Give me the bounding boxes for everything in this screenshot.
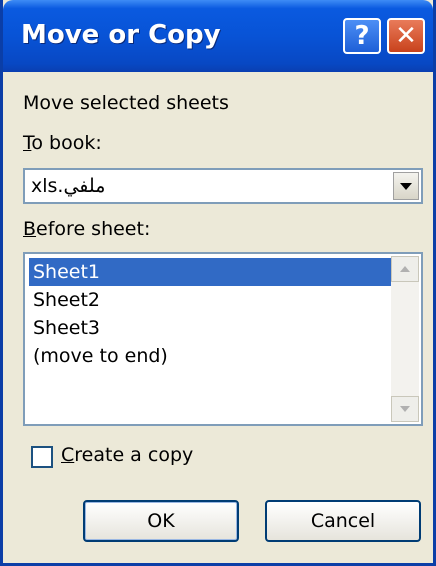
before-sheet-label-rest: efore sheet: xyxy=(36,218,151,240)
create-copy-checkbox[interactable] xyxy=(31,446,53,468)
ok-button-label: OK xyxy=(147,510,175,532)
title-bar[interactable]: Move or Copy ? ✕ xyxy=(3,0,433,72)
vertical-scrollbar[interactable] xyxy=(391,256,419,422)
to-book-dropdown[interactable]: xls.ملفي xyxy=(23,168,423,204)
close-icon: ✕ xyxy=(395,21,417,51)
heading-label: Move selected sheets xyxy=(23,92,229,114)
arrow-down-icon xyxy=(400,406,410,412)
window-title: Move or Copy xyxy=(21,20,221,50)
create-copy-label[interactable]: Create a copy xyxy=(61,444,193,466)
dropdown-button[interactable] xyxy=(393,172,419,200)
to-book-label: To book: xyxy=(23,132,102,154)
list-item[interactable]: Sheet1 xyxy=(29,258,393,286)
chevron-down-icon xyxy=(400,182,412,190)
list-item[interactable]: Sheet3 xyxy=(29,314,393,342)
list-item[interactable]: (move to end) xyxy=(29,342,393,370)
create-copy-label-accel: C xyxy=(61,444,75,466)
cancel-button[interactable]: Cancel xyxy=(265,500,421,542)
scroll-up-button[interactable] xyxy=(391,256,419,282)
to-book-label-rest: o book: xyxy=(31,132,102,154)
scroll-down-button[interactable] xyxy=(391,396,419,422)
help-icon: ? xyxy=(354,21,370,51)
create-copy-label-rest: reate a copy xyxy=(74,444,194,466)
help-button[interactable]: ? xyxy=(343,18,381,54)
before-sheet-list[interactable]: Sheet1 Sheet2 Sheet3 (move to end) xyxy=(23,252,423,426)
before-sheet-label-accel: B xyxy=(23,218,37,240)
cancel-button-label: Cancel xyxy=(310,510,376,532)
to-book-value: xls.ملفي xyxy=(31,175,106,197)
list-item[interactable]: Sheet2 xyxy=(29,286,393,314)
ok-button[interactable]: OK xyxy=(83,500,239,542)
move-or-copy-dialog: Move or Copy ? ✕ Move selected sheets To… xyxy=(0,0,436,566)
close-button[interactable]: ✕ xyxy=(387,18,425,54)
before-sheet-label: Before sheet: xyxy=(23,218,150,240)
arrow-up-icon xyxy=(400,266,410,272)
